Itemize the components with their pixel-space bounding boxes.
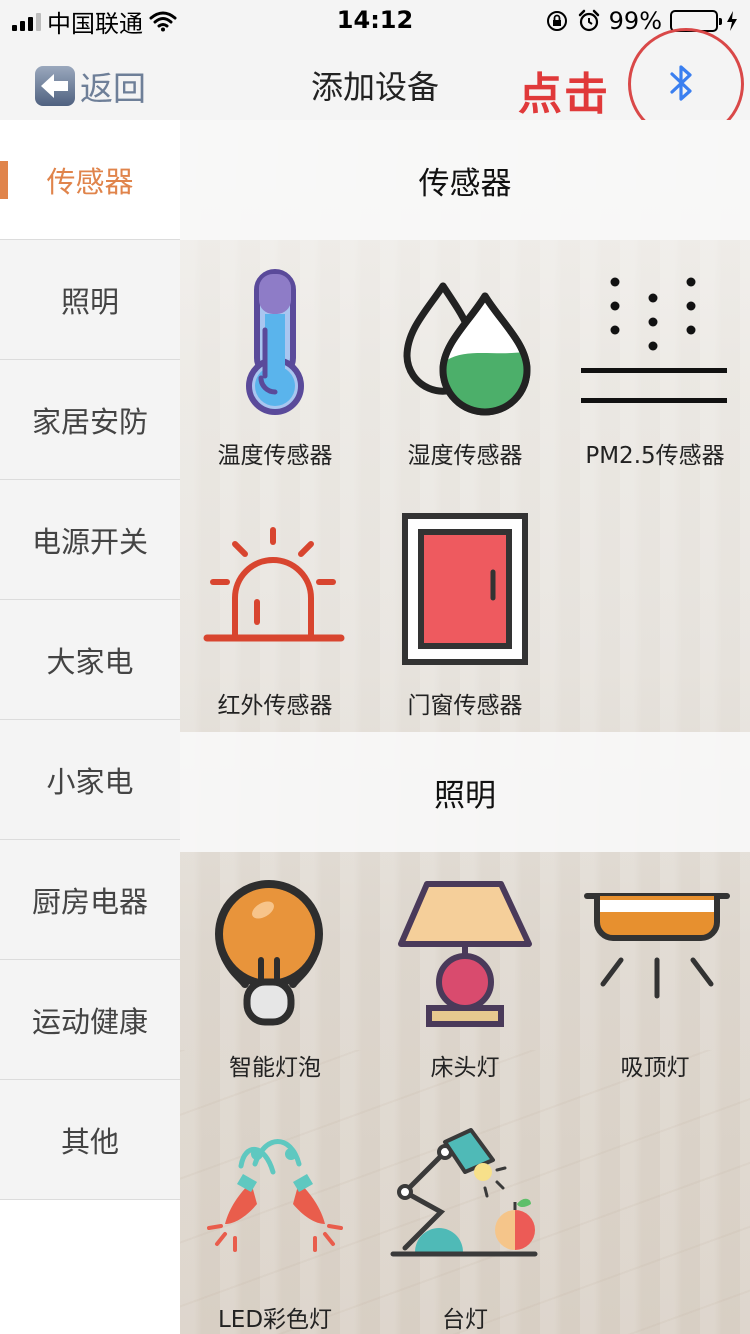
device-tile-infrared-sensor[interactable]: 红外传感器: [180, 498, 370, 748]
bluetooth-icon[interactable]: [664, 61, 700, 105]
desk-lamp-icon: [390, 1128, 538, 1257]
sidebar-item-home-security[interactable]: 家居安防: [0, 360, 180, 480]
battery-percent: 99%: [608, 7, 662, 35]
alarm-beacon-icon: [203, 527, 345, 642]
status-bar: 中国联通 14:12 99%: [0, 0, 750, 40]
sidebar-item-label: 小家电: [46, 764, 134, 799]
sidebar-item-sensors[interactable]: 传感器: [0, 120, 180, 240]
section-header-sensors: 传感器: [180, 120, 750, 240]
charging-bolt-icon: [727, 11, 737, 31]
device-label: 床头灯: [430, 1055, 500, 1081]
device-label: 门窗传感器: [407, 693, 523, 719]
thermometer-icon: [246, 269, 304, 415]
humidity-drops-icon: [403, 282, 531, 416]
device-tile-pm25-sensor[interactable]: PM2.5传感器: [560, 248, 750, 498]
device-label: LED彩色灯: [217, 1307, 333, 1333]
add-device-screen: 中国联通 14:12 99% 返回 添加设备 点击 传感器 照明 家居安防 电源…: [0, 0, 750, 1334]
sidebar-item-power-switch[interactable]: 电源开关: [0, 480, 180, 600]
sidebar-item-label: 传感器: [46, 164, 134, 199]
ceiling-lamp-icon: [584, 893, 730, 999]
sidebar-item-label: 运动健康: [31, 1004, 148, 1039]
door-icon: [402, 513, 528, 665]
led-string-lights-icon: [207, 1139, 343, 1252]
device-grid-panel[interactable]: 传感器 温度传感器 湿度传感器 PM2.5传感器 红外传感器 门窗传感器 照明 …: [180, 120, 750, 1334]
pm25-particles-icon: [581, 277, 727, 403]
sidebar-item-sports-health[interactable]: 运动健康: [0, 960, 180, 1080]
section-title: 照明: [434, 777, 496, 814]
sidebar-item-label: 大家电: [46, 644, 134, 679]
sidebar-item-label: 厨房电器: [31, 884, 148, 919]
device-label: 智能灯泡: [229, 1055, 321, 1081]
light-bulb-icon: [215, 880, 323, 1026]
device-tile-ceiling-lamp[interactable]: 吸顶灯: [560, 860, 750, 1110]
status-right: 99%: [545, 6, 738, 36]
sidebar-item-lighting[interactable]: 照明: [0, 240, 180, 360]
alarm-clock-icon: [578, 9, 599, 32]
sidebar-item-large-appliances[interactable]: 大家电: [0, 600, 180, 720]
device-tile-bedside-lamp[interactable]: 床头灯: [370, 860, 560, 1110]
device-tile-smart-bulb[interactable]: 智能灯泡: [180, 860, 370, 1110]
device-label: 吸顶灯: [620, 1055, 690, 1081]
device-tile-led-color-light[interactable]: LED彩色灯: [180, 1112, 370, 1334]
device-label: 台灯: [442, 1307, 488, 1333]
section-title: 传感器: [418, 165, 512, 202]
device-label: 湿度传感器: [407, 443, 523, 469]
device-tile-humidity-sensor[interactable]: 湿度传感器: [370, 248, 560, 498]
category-sidebar: 传感器 照明 家居安防 电源开关 大家电 小家电 厨房电器 运动健康 其他: [0, 120, 180, 1334]
sidebar-item-label: 电源开关: [31, 524, 148, 559]
sidebar-item-kitchen-appliances[interactable]: 厨房电器: [0, 840, 180, 960]
sidebar-item-label: 其他: [60, 1124, 119, 1159]
section-header-lighting: 照明: [180, 732, 750, 852]
device-tile-temperature-sensor[interactable]: 温度传感器: [180, 248, 370, 498]
device-label: PM2.5传感器: [585, 443, 725, 469]
bedside-lamp-icon: [398, 881, 532, 1027]
device-tile-door-window-sensor[interactable]: 门窗传感器: [370, 498, 560, 748]
device-tile-desk-lamp[interactable]: 台灯: [370, 1112, 560, 1334]
sidebar-item-small-appliances[interactable]: 小家电: [0, 720, 180, 840]
sidebar-item-label: 照明: [60, 284, 119, 319]
sidebar-item-label: 家居安防: [31, 404, 148, 439]
device-label: 温度传感器: [217, 443, 333, 469]
rotation-lock-icon: [546, 11, 567, 31]
device-label: 红外传感器: [217, 693, 333, 719]
sidebar-item-other[interactable]: 其他: [0, 1080, 180, 1200]
navigation-bar: 返回 添加设备 点击: [0, 28, 750, 140]
click-annotation-label: 点击: [518, 69, 610, 120]
